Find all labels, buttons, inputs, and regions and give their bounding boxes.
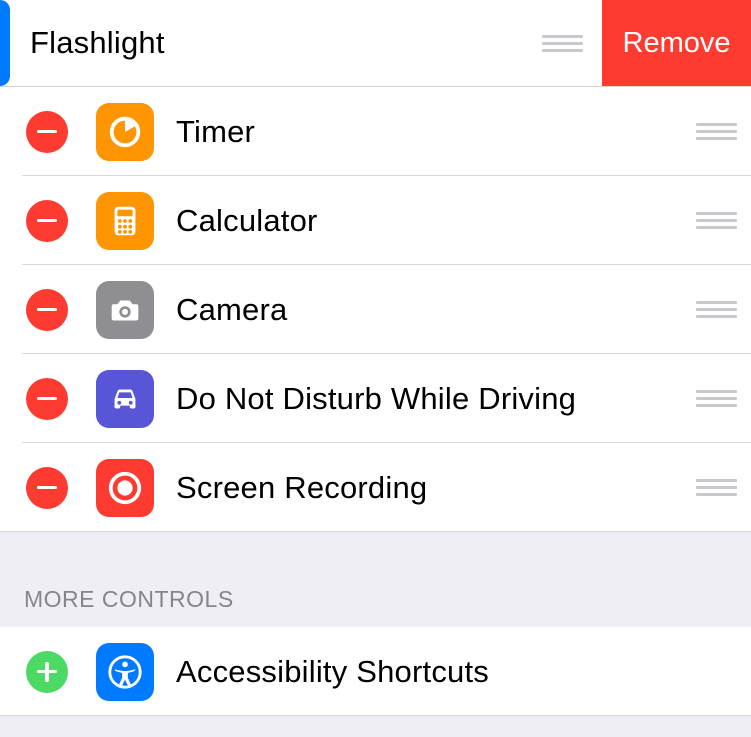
drag-handle-icon[interactable] — [691, 212, 751, 229]
row-label: Calculator — [154, 203, 691, 239]
row-label: Screen Recording — [154, 470, 691, 506]
included-item-dnd-driving[interactable]: Do Not Disturb While Driving — [0, 354, 751, 443]
remove-minus-button[interactable] — [26, 378, 68, 420]
included-item-flashlight-swiped[interactable]: Flashlight Remove — [0, 0, 751, 87]
record-icon — [96, 459, 154, 517]
row-label: Camera — [154, 292, 691, 328]
drag-handle-icon[interactable] — [691, 390, 751, 407]
calculator-icon — [96, 192, 154, 250]
included-item-screen-recording[interactable]: Screen Recording — [0, 443, 751, 532]
more-controls-list: Accessibility Shortcuts — [0, 627, 751, 716]
accessibility-icon — [96, 643, 154, 701]
remove-button[interactable]: Remove — [602, 0, 751, 86]
row-label: Timer — [154, 114, 691, 150]
more-item-accessibility-shortcuts[interactable]: Accessibility Shortcuts — [0, 627, 751, 716]
flashlight-icon-sliver — [0, 0, 10, 86]
remove-minus-button[interactable] — [26, 111, 68, 153]
settings-control-center-customize: { "swiped_item": { "label": "Flashlight"… — [0, 0, 751, 737]
included-item-calculator[interactable]: Calculator — [0, 176, 751, 265]
drag-handle-icon[interactable] — [691, 301, 751, 318]
car-icon — [96, 370, 154, 428]
drag-handle-icon[interactable] — [532, 0, 602, 86]
timer-icon — [96, 103, 154, 161]
row-label: Accessibility Shortcuts — [154, 654, 751, 690]
drag-handle-icon[interactable] — [691, 123, 751, 140]
add-plus-button[interactable] — [26, 651, 68, 693]
included-item-camera[interactable]: Camera — [0, 265, 751, 354]
remove-minus-button[interactable] — [26, 289, 68, 331]
camera-icon — [96, 281, 154, 339]
drag-handle-icon[interactable] — [691, 479, 751, 496]
remove-minus-button[interactable] — [26, 467, 68, 509]
included-item-timer[interactable]: Timer — [0, 87, 751, 176]
row-label: Do Not Disturb While Driving — [154, 381, 691, 417]
remove-minus-button[interactable] — [26, 200, 68, 242]
row-label: Flashlight — [10, 0, 532, 86]
included-controls-list: Timer Calculator Camera — [0, 87, 751, 532]
more-controls-header: MORE CONTROLS — [0, 532, 751, 627]
